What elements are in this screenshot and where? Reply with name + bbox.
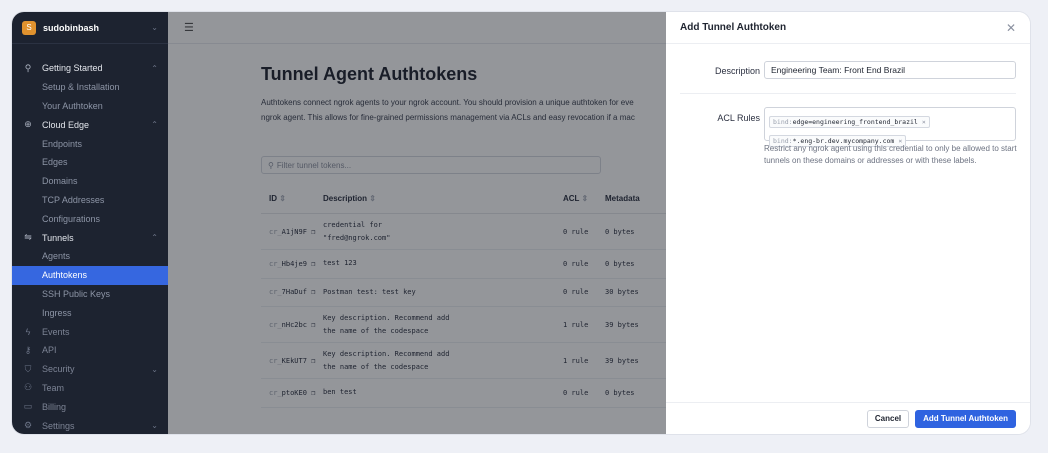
sidebar-item-label: TCP Addresses [42,194,105,205]
sidebar-item-getting-started[interactable]: ⚲ Getting Started ⌃ [12,59,168,78]
sidebar-item-label: Cloud Edge [42,119,90,130]
description-label: Description [714,66,760,76]
acl-rule-chip: bind: edge=engineering_frontend_brazil × [769,116,930,128]
account-switcher[interactable]: S sudobinbash ⌄ [12,12,168,44]
sidebar: S sudobinbash ⌄ ⚲ Getting Started ⌃ Setup &… [12,12,168,434]
chevron-down-icon: ⌄ [151,364,158,374]
acl-rules-input[interactable]: bind: edge=engineering_frontend_brazil × bi… [764,107,1016,147]
sidebar-item-api[interactable]: ⚷ API [12,341,168,360]
sidebar-item-label: Tunnels [42,232,74,243]
sidebar-item-label: Ingress [42,307,72,318]
add-authtoken-drawer: Add Tunnel Authtoken ✕ Description Engin… [666,12,1030,434]
sidebar-item-cloud-edge[interactable]: ⊕ Cloud Edge ⌃ [12,115,168,134]
chevron-up-icon: ⌃ [151,233,158,243]
chevron-up-icon: ⌃ [151,63,158,73]
sidebar-item-label: Setup & Installation [42,82,120,93]
sidebar-item-label: Events [42,326,70,337]
cancel-button[interactable]: Cancel [866,409,910,428]
sidebar-item-configurations[interactable]: Configurations [12,209,168,228]
chip-prefix: bind: [773,118,793,126]
drawer-title: Add Tunnel Authtoken [680,22,787,33]
sidebar-item-team[interactable]: ⚇ Team [12,379,168,398]
team-icon: ⚇ [23,382,33,393]
acl-helper-text: Restrict any ngrok agent using this cred… [764,144,1017,165]
sidebar-item-agents[interactable]: Agents [12,247,168,266]
shield-icon: ⛉ [24,363,32,374]
rocket-icon: ⚲ [24,62,32,73]
sidebar-item-events[interactable]: ϟ Events [12,322,168,341]
sidebar-item-label: Authtokens [42,270,88,281]
sidebar-item-label: Your Authtoken [42,100,103,111]
key-icon: ⚷ [24,344,32,355]
chevron-up-icon: ⌃ [151,120,158,130]
app-window: S sudobinbash ⌄ ⚲ Getting Started ⌃ Setup &… [12,12,1030,434]
account-avatar: S [22,20,36,35]
sidebar-item-label: Billing [42,401,67,412]
sidebar-item-label: API [42,345,57,356]
tunnel-icon: ⇋ [24,232,32,243]
globe-icon: ⊕ [24,119,32,130]
modal-overlay[interactable] [168,12,666,434]
sidebar-item-label: Configurations [42,213,101,224]
add-tunnel-authtoken-button[interactable]: Add Tunnel Authtoken [915,409,1016,428]
close-icon[interactable]: ✕ [1006,21,1016,35]
drawer-footer: Cancel Add Tunnel Authtoken [666,402,1030,434]
sidebar-item-label: Settings [42,420,75,431]
main-content: ☰ Tunnel Agent Authtokens Authtokens con… [168,12,666,434]
sidebar-item-setup-installation[interactable]: Setup & Installation [12,78,168,97]
drawer-header: Add Tunnel Authtoken ✕ [666,12,1030,44]
sidebar-item-label: Security [42,364,75,375]
chip-value: edge=engineering_frontend_brazil [792,118,918,126]
sidebar-item-tcp-addresses[interactable]: TCP Addresses [12,191,168,210]
sidebar-item-label: Edges [42,157,68,168]
sidebar-item-label: Agents [42,251,71,262]
chevron-down-icon: ⌄ [151,421,158,431]
divider [680,93,1016,94]
billing-icon: ▭ [23,401,33,412]
remove-chip-icon[interactable]: × [922,118,926,126]
sidebar-item-ingress[interactable]: Ingress [12,303,168,322]
gear-icon: ⚙ [23,420,33,431]
account-name: sudobinbash [43,22,99,33]
lightning-icon: ϟ [25,326,31,337]
description-value: Engineering Team: Front End Brazil [771,65,906,75]
sidebar-item-endpoints[interactable]: Endpoints [12,134,168,153]
sidebar-item-security[interactable]: ⛉ Security ⌄ [12,360,168,379]
sidebar-item-label: Domains [42,176,78,187]
sidebar-item-ssh-public-keys[interactable]: SSH Public Keys [12,285,168,304]
sidebar-nav: ⚲ Getting Started ⌃ Setup & Installation You… [12,44,168,434]
sidebar-item-label: Endpoints [42,138,83,149]
sidebar-item-authtokens[interactable]: Authtokens [12,265,168,285]
description-input[interactable]: Engineering Team: Front End Brazil [764,61,1016,79]
sidebar-item-label: SSH Public Keys [42,288,111,299]
sidebar-item-billing[interactable]: ▭ Billing [12,397,168,416]
sidebar-item-your-authtoken[interactable]: Your Authtoken [12,97,168,116]
sidebar-item-domains[interactable]: Domains [12,172,168,191]
sidebar-item-label: Team [42,382,65,393]
sidebar-item-label: Getting Started [42,63,103,74]
sidebar-item-edges[interactable]: Edges [12,153,168,172]
acl-rules-label: ACL Rules [717,113,760,123]
sidebar-item-settings[interactable]: ⚙ Settings ⌄ [12,416,168,434]
sidebar-item-tunnels[interactable]: ⇋ Tunnels ⌃ [12,228,168,247]
chevron-down-icon: ⌄ [151,23,158,32]
